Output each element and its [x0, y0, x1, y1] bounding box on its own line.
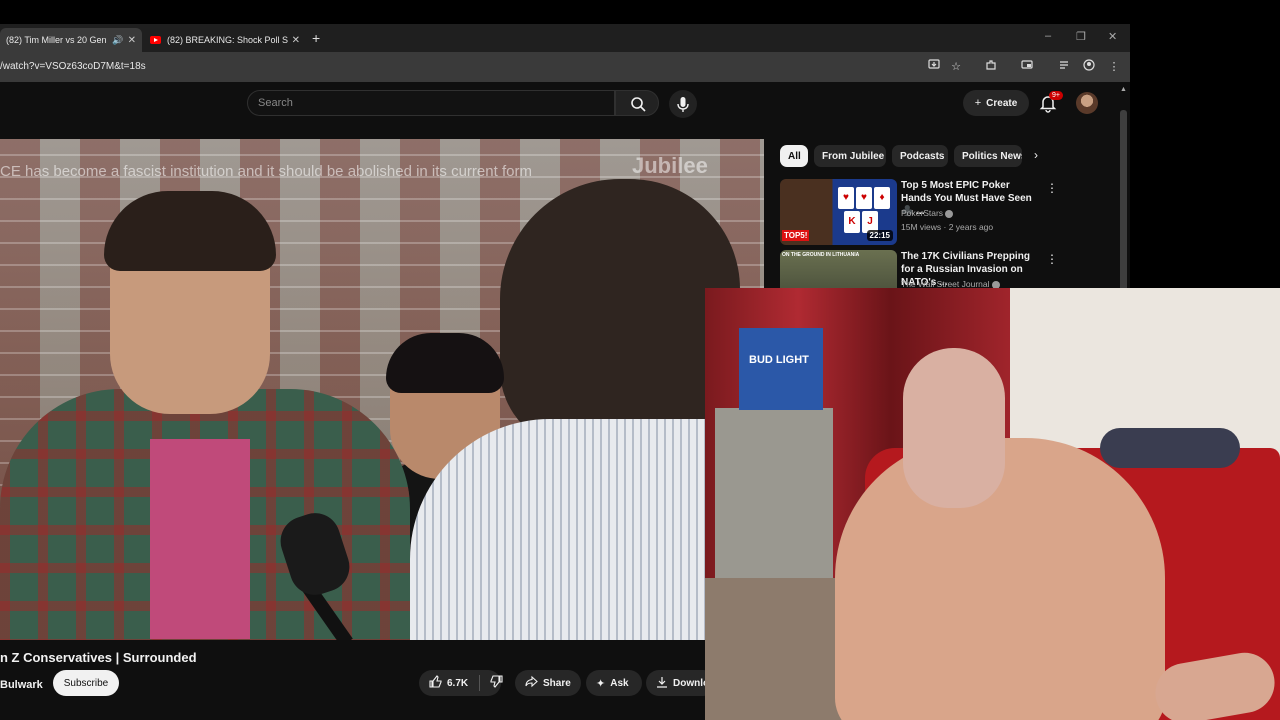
- recommendation-meta: 15M views · 2 years ago: [901, 222, 994, 232]
- scroll-up-arrow-icon[interactable]: ▲: [1120, 86, 1127, 93]
- webcam-overlay: BUD LIGHT: [705, 288, 1280, 720]
- video-caption: CE has become a fascist institution and …: [0, 163, 532, 180]
- minimize-button[interactable]: –: [1045, 30, 1051, 42]
- chip-podcasts[interactable]: Podcasts: [892, 145, 948, 167]
- account-avatar[interactable]: [1076, 92, 1098, 114]
- create-button[interactable]: + Create: [963, 90, 1029, 116]
- tab-title: (82) BREAKING: Shock Poll Show: [167, 35, 288, 45]
- subscribe-button[interactable]: Subscribe: [53, 670, 119, 696]
- search-button[interactable]: [615, 90, 659, 116]
- thumbs-down-icon: [490, 675, 503, 691]
- share-button[interactable]: Share: [515, 670, 581, 696]
- address-bar: /watch?v=VSOz63coD7M&t=18s ☆ ⋮: [0, 52, 1130, 82]
- media-control-icon[interactable]: [1057, 59, 1073, 75]
- beer-box-label: BUD LIGHT: [749, 354, 809, 366]
- extensions-icon[interactable]: [983, 59, 999, 75]
- more-options-icon[interactable]: ⋮: [1046, 181, 1058, 195]
- like-count: 6.7K: [447, 677, 469, 689]
- streamer-head: [903, 348, 1005, 508]
- video-thumbnail[interactable]: ♥ ♥ ♦ K J TOP5! 22:15: [780, 179, 897, 245]
- restore-button[interactable]: ❐: [1076, 30, 1086, 43]
- recommendation-item[interactable]: ♥ ♥ ♦ K J TOP5! 22:15 Top 5 Most EPIC Po…: [780, 179, 1120, 245]
- speaker-icon[interactable]: 🔊: [112, 35, 123, 46]
- video-title: n Z Conservatives | Surrounded: [0, 650, 197, 665]
- page-scrollbar[interactable]: [1120, 110, 1127, 310]
- chip-from-jubilee[interactable]: From Jubilee: [814, 145, 886, 167]
- chevron-right-icon[interactable]: ›: [1034, 148, 1038, 162]
- channel-watermark: Jubilee: [632, 153, 708, 178]
- chip-all[interactable]: All: [780, 145, 808, 167]
- video-player[interactable]: CE has become a fascist institution and …: [0, 139, 764, 640]
- beer-box: [739, 328, 823, 410]
- tab-tim-miller[interactable]: (82) Tim Miller vs 20 Gen Z 🔊 ✕: [0, 28, 142, 52]
- search-icon: [631, 97, 646, 112]
- plus-icon: +: [974, 97, 982, 109]
- tab-breaking-poll[interactable]: (82) BREAKING: Shock Poll Show ✕: [144, 28, 306, 52]
- top-black-band: [0, 0, 1280, 24]
- create-label: Create: [986, 97, 1018, 109]
- thumbnail-caption: ON THE GROUND IN LITHUANIA: [782, 252, 860, 258]
- channel-name[interactable]: Bulwark: [0, 679, 43, 691]
- person-center-hair: [386, 333, 504, 393]
- channel-label: PokerStars: [901, 208, 944, 218]
- browser-menu-icon[interactable]: ⋮: [1106, 59, 1122, 75]
- download-label: Downlo: [673, 677, 710, 689]
- close-window-button[interactable]: ✕: [1108, 30, 1117, 43]
- download-icon: [656, 676, 668, 691]
- close-tab-icon[interactable]: ✕: [128, 35, 136, 46]
- notification-count-badge: 9+: [1049, 91, 1063, 100]
- search-input[interactable]: Search: [247, 90, 615, 116]
- pillow: [1100, 428, 1240, 468]
- cast-icon[interactable]: [1019, 59, 1035, 75]
- chip-politics-news[interactable]: Politics News: [954, 145, 1022, 167]
- share-label: Share: [543, 677, 571, 689]
- sparkle-icon: ✦: [596, 677, 606, 690]
- tab-title: (82) Tim Miller vs 20 Gen Z: [6, 35, 110, 45]
- person-back-of-head: [500, 179, 740, 449]
- close-tab-icon[interactable]: ✕: [292, 35, 300, 46]
- dislike-button[interactable]: [482, 670, 512, 696]
- recommendation-channel[interactable]: PokerStars: [901, 208, 954, 218]
- pink-tshirt: [150, 439, 250, 639]
- video-duration: 22:15: [866, 230, 893, 241]
- microphone-icon: [677, 97, 689, 112]
- thumbnail-badge: TOP5!: [782, 230, 810, 241]
- divider: [479, 675, 481, 691]
- youtube-favicon-icon: [150, 36, 161, 44]
- bookmark-star-icon[interactable]: ☆: [948, 59, 964, 75]
- voice-search-button[interactable]: [669, 90, 697, 118]
- verified-badge-icon: [945, 209, 954, 218]
- new-tab-button[interactable]: +: [312, 30, 320, 46]
- mini-fridge: [715, 408, 833, 578]
- share-arrow-icon: [525, 675, 538, 691]
- thumbs-up-icon: [429, 675, 442, 691]
- profile-icon[interactable]: [1081, 59, 1097, 75]
- ask-label: Ask: [610, 677, 629, 689]
- ask-button[interactable]: ✦ Ask: [586, 670, 642, 696]
- install-app-icon[interactable]: [926, 59, 942, 75]
- url-field[interactable]: /watch?v=VSOz63coD7M&t=18s: [0, 61, 146, 72]
- tab-strip: (82) Tim Miller vs 20 Gen Z 🔊 ✕ (82) BRE…: [0, 24, 1130, 52]
- more-options-icon[interactable]: ⋮: [1046, 252, 1058, 266]
- person-left-hair: [104, 191, 276, 271]
